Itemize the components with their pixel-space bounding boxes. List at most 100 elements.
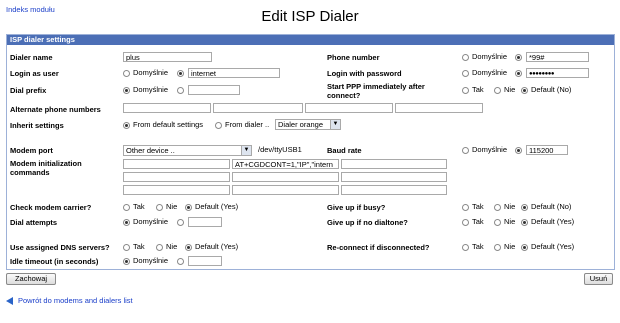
modem-init-input-7[interactable] [123,185,230,195]
alt-phone-label: Alternate phone numbers [10,105,101,114]
check-carrier-default-radio[interactable] [185,204,192,211]
login-user-custom-radio[interactable] [177,70,184,77]
dialer-name-input[interactable]: plus [123,52,212,62]
baud-rate-default-text: Domyślnie [472,145,508,154]
use-dns-yes-text: Tak [133,242,145,251]
alt-phone-input-2[interactable] [213,103,303,113]
login-user-label: Login as user [10,69,59,78]
phone-number-input[interactable]: *99# [526,52,589,62]
idle-timeout-custom-radio[interactable] [177,258,184,265]
baud-rate-custom-radio[interactable] [515,147,522,154]
start-ppp-yes-radio[interactable] [462,87,469,94]
phone-number-default-text: Domyślnie [472,52,508,61]
login-password-label: Login with password [327,69,402,78]
give-up-busy-no-text: Nie [504,202,516,211]
reconnect-default-text: Default (Yes) [531,242,575,251]
modem-port-select[interactable]: Other device .. ▼ [123,145,252,156]
use-dns-label: Use assigned DNS servers? [10,243,110,252]
give-up-dialtone-no-text: Nie [504,217,516,226]
give-up-busy-yes-text: Tak [472,202,484,211]
modem-init-label: Modem initialization commands [10,159,82,177]
check-carrier-no-text: Nie [166,202,178,211]
idle-timeout-default-radio[interactable] [123,258,130,265]
alt-phone-input-1[interactable] [123,103,211,113]
check-carrier-default-text: Default (Yes) [195,202,239,211]
inherit-dialer-value: Dialer orange [278,120,324,129]
dial-attempts-default-text: Domyślnie [133,217,169,226]
give-up-dialtone-default-radio[interactable] [521,219,528,226]
give-up-busy-yes-radio[interactable] [462,204,469,211]
use-dns-default-radio[interactable] [185,244,192,251]
modem-init-input-1[interactable] [123,159,230,169]
phone-number-custom-radio[interactable] [515,54,522,61]
reconnect-default-radio[interactable] [521,244,528,251]
chevron-down-icon: ▼ [241,146,251,155]
modem-port-label: Modem port [10,146,53,155]
dial-attempts-default-radio[interactable] [123,219,130,226]
chevron-down-icon: ▼ [330,120,340,129]
start-ppp-default-radio[interactable] [521,87,528,94]
login-user-input[interactable]: internet [188,68,280,78]
modem-init-input-3[interactable] [341,159,447,169]
inherit-dialer-radio[interactable] [215,122,222,129]
login-password-default-radio[interactable] [462,70,469,77]
alt-phone-input-3[interactable] [305,103,393,113]
phone-number-default-radio[interactable] [462,54,469,61]
modem-init-input-5[interactable] [232,172,339,182]
give-up-dialtone-yes-radio[interactable] [462,219,469,226]
modem-init-input-9[interactable] [341,185,447,195]
dial-prefix-input[interactable] [188,85,240,95]
reconnect-label: Re-connect if disconnected? [327,243,430,252]
modem-init-input-2[interactable]: AT+CGDCONT=1,"IP","intern [232,159,339,169]
use-dns-yes-radio[interactable] [123,244,130,251]
give-up-dialtone-default-text: Default (Yes) [531,217,575,226]
modem-init-input-8[interactable] [232,185,339,195]
dial-attempts-custom-radio[interactable] [177,219,184,226]
give-up-dialtone-label: Give up if no dialtone? [327,218,408,227]
dial-prefix-custom-radio[interactable] [177,87,184,94]
inherit-default-radio[interactable] [123,122,130,129]
give-up-busy-default-radio[interactable] [521,204,528,211]
inherit-label: Inherit settings [10,121,64,130]
modem-init-input-4[interactable] [123,172,230,182]
check-carrier-yes-radio[interactable] [123,204,130,211]
dialer-name-label: Dialer name [10,53,53,62]
give-up-dialtone-yes-text: Tak [472,217,484,226]
check-carrier-no-radio[interactable] [156,204,163,211]
give-up-busy-no-radio[interactable] [494,204,501,211]
reconnect-no-radio[interactable] [494,244,501,251]
inherit-default-text: From default settings [133,120,204,129]
dial-prefix-default-radio[interactable] [123,87,130,94]
baud-rate-input[interactable]: 115200 [526,145,568,155]
baud-rate-label: Baud rate [327,146,362,155]
phone-number-label: Phone number [327,53,380,62]
give-up-busy-default-text: Default (No) [531,202,572,211]
start-ppp-label: Start PPP immediately after connect? [327,82,425,100]
check-carrier-yes-text: Tak [133,202,145,211]
alt-phone-input-4[interactable] [395,103,483,113]
inherit-dialer-select[interactable]: Dialer orange ▼ [275,119,341,130]
dial-attempts-input[interactable] [188,217,222,227]
give-up-busy-label: Give up if busy? [327,203,386,212]
idle-timeout-default-text: Domyślnie [133,256,169,265]
give-up-dialtone-no-radio[interactable] [494,219,501,226]
idle-timeout-input[interactable] [188,256,222,266]
modem-init-input-6[interactable] [341,172,447,182]
login-password-custom-radio[interactable] [515,70,522,77]
login-user-default-text: Domyślnie [133,68,169,77]
modem-port-value: Other device .. [126,146,175,155]
idle-timeout-label: Idle timeout (in seconds) [10,257,99,266]
baud-rate-default-radio[interactable] [462,147,469,154]
start-ppp-no-radio[interactable] [494,87,501,94]
back-arrow-icon[interactable] [6,297,13,305]
back-link[interactable]: Powrót do modems and dialers list [18,296,133,305]
reconnect-yes-text: Tak [472,242,484,251]
use-dns-no-radio[interactable] [156,244,163,251]
settings-panel: ISP dialer settings Dialer name plus Log… [6,34,615,270]
login-password-default-text: Domyślnie [472,68,508,77]
reconnect-yes-radio[interactable] [462,244,469,251]
login-user-default-radio[interactable] [123,70,130,77]
delete-button[interactable]: Usuń [584,273,613,285]
save-button[interactable]: Zachowaj [6,273,56,285]
login-password-input[interactable]: ●●●●●●●● [526,68,589,78]
